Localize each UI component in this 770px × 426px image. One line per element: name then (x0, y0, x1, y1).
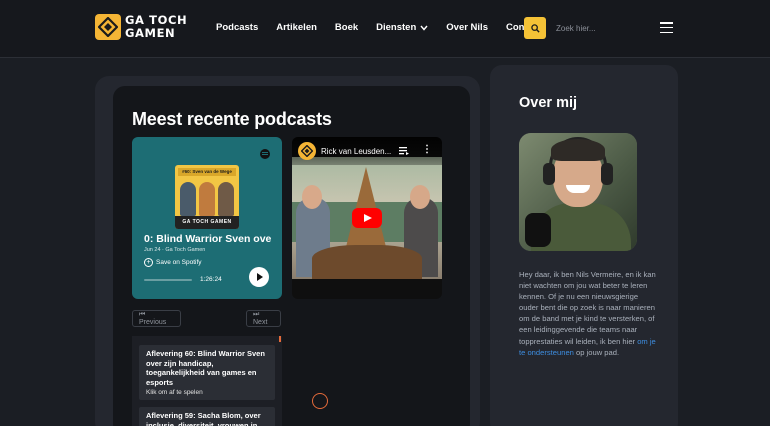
next-button[interactable]: ⏭ Next (246, 310, 281, 327)
spotify-play-button[interactable] (249, 267, 269, 287)
youtube-video-title[interactable]: Rick van Leusden... (321, 147, 393, 156)
gamepad-logo-icon (95, 14, 121, 40)
bio-text: Hey daar, ik ben Nils Vermeire, en ik ka… (519, 270, 656, 346)
more-options-icon[interactable]: ⋮ (422, 145, 432, 155)
spotify-duration: 1:26:24 (200, 276, 222, 283)
spotify-episode-title[interactable]: 0: Blind Warrior Sven ove (144, 233, 282, 245)
youtube-play-button[interactable] (352, 208, 382, 228)
logo-line-2: GAMEN (125, 26, 176, 40)
cover-title: #60: Sven van de Wege (178, 168, 236, 176)
previous-button[interactable]: ⏮ Previous (132, 310, 181, 327)
podcasts-heading: Meest recente podcasts (132, 109, 332, 129)
search-icon (530, 23, 540, 33)
nav-podcasts[interactable]: Podcasts (216, 22, 258, 33)
list-item[interactable]: Aflevering 59: Sacha Blom, over inclusie… (139, 407, 275, 426)
nav-diensten-dropdown[interactable]: Diensten (376, 22, 428, 33)
site-header: GA TOCH GAMEN Podcasts Artikelen Boek Di… (0, 0, 770, 58)
scrollbar[interactable] (279, 336, 281, 342)
author-portrait (519, 133, 637, 251)
youtube-title-bar: Rick van Leusden... ⋮ (292, 137, 442, 165)
about-heading: Over mij (519, 95, 578, 111)
plus-icon: + (144, 258, 153, 267)
cover-brand: GA TOCH GAMEN (175, 216, 239, 229)
site-logo[interactable]: GA TOCH GAMEN (95, 14, 187, 40)
channel-avatar[interactable] (298, 142, 316, 160)
spotify-embed[interactable]: #60: Sven van de Wege GA TOCH GAMEN 0: B… (132, 137, 282, 299)
hamburger-menu-icon[interactable] (660, 22, 673, 33)
episode-list[interactable]: Aflevering 60: Blind Warrior Sven over z… (132, 336, 282, 426)
main-nav: Podcasts Artikelen Boek Diensten Over Ni… (216, 22, 559, 33)
youtube-embed[interactable]: Rick van Leusden... ⋮ (292, 137, 442, 299)
cursor-loading-icon (312, 393, 328, 409)
spotify-icon[interactable] (260, 149, 270, 159)
nav-artikelen[interactable]: Artikelen (276, 22, 317, 33)
list-item[interactable]: Aflevering 60: Blind Warrior Sven over z… (139, 345, 275, 400)
save-label: Save on Spotify (156, 259, 202, 266)
bio-text-end: op jouw pad. (573, 347, 620, 357)
search-button[interactable] (524, 17, 546, 39)
episode-title: Aflevering 60: Blind Warrior Sven over z… (146, 349, 265, 387)
spotify-progress-bar[interactable] (144, 279, 192, 281)
episode-subtitle: Klik om af te spelen (146, 389, 203, 396)
queue-icon[interactable] (399, 147, 409, 155)
save-on-spotify-button[interactable]: + Save on Spotify (144, 258, 202, 267)
nav-diensten-label: Diensten (376, 22, 417, 33)
nav-boek[interactable]: Boek (335, 22, 358, 33)
nav-over-nils[interactable]: Over Nils (446, 22, 488, 33)
chevron-down-icon (420, 25, 428, 31)
episode-title: Aflevering 59: Sacha Blom, over inclusie… (146, 411, 261, 426)
logo-text: GA TOCH GAMEN (125, 14, 187, 40)
channel-logo-icon (301, 145, 313, 157)
episode-cover: #60: Sven van de Wege GA TOCH GAMEN (175, 165, 239, 229)
search-input[interactable] (556, 17, 632, 39)
spotify-episode-meta: Jun 24 · Ga Toch Gamen (144, 247, 206, 253)
about-bio: Hey daar, ik ben Nils Vermeire, en ik ka… (519, 269, 657, 358)
